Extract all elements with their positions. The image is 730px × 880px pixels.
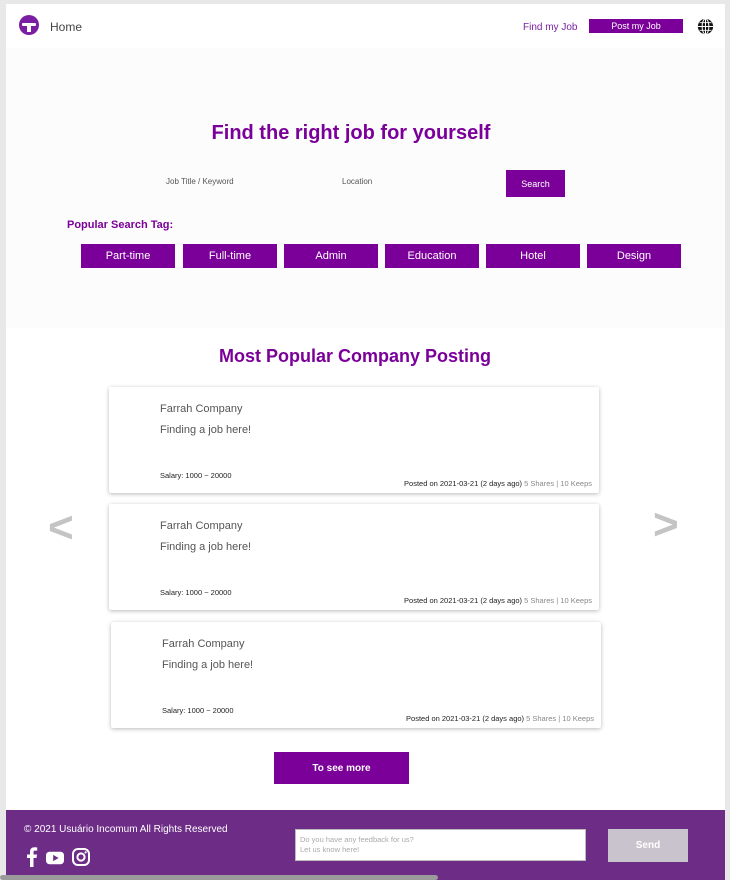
posting-meta: Posted on 2021-03-21 (2 days ago) 5 Shar… [406,714,594,723]
job-posting-card[interactable]: Farrah Company Finding a job here! Salar… [111,622,601,728]
company-name: Farrah Company [162,638,245,650]
job-posting-card[interactable]: Farrah Company Finding a job here! Salar… [109,504,599,610]
keeps-count: 10 Keeps [562,714,594,723]
shares-count: 5 Shares [524,479,555,488]
salary-range: Salary: 1000 ~ 20000 [162,706,234,715]
carousel-prev-arrow[interactable]: < [48,506,74,550]
tag-hotel[interactable]: Hotel [486,244,580,268]
tag-design[interactable]: Design [587,244,681,268]
tag-part-time[interactable]: Part-time [81,244,175,268]
location-input[interactable]: Location [328,169,498,194]
keeps-count: 10 Keeps [560,596,592,605]
hero-title: Find the right job for yourself [211,122,491,144]
salary-range: Salary: 1000 ~ 20000 [160,471,232,480]
meta-separator: | [556,596,559,605]
tag-full-time[interactable]: Full-time [183,244,277,268]
company-name: Farrah Company [160,520,243,532]
carousel-next-arrow[interactable]: > [653,503,679,547]
top-nav: Home Find my Job Post my Job [6,4,725,48]
meta-separator: | [556,479,559,488]
company-name: Farrah Company [160,403,243,415]
instagram-icon[interactable] [71,847,91,867]
hero-section: Find the right job for yourself Job Titl… [6,48,725,328]
posting-tagline: Finding a job here! [160,424,252,436]
horizontal-scrollbar[interactable] [0,875,438,880]
home-link[interactable]: Home [50,20,82,34]
find-my-job-link[interactable]: Find my Job [523,22,577,33]
umbrella-logo-icon[interactable] [19,15,39,35]
shares-count: 5 Shares [526,714,557,723]
footer: © 2021 Usuário Incomum All Rights Reserv… [6,810,725,880]
search-button[interactable]: Search [506,170,565,197]
globe-icon[interactable] [697,18,714,35]
posted-date: Posted on 2021-03-21 (2 days ago) [406,714,525,723]
posting-meta: Posted on 2021-03-21 (2 days ago) 5 Shar… [404,596,592,605]
feedback-placeholder-line1: Do you have any feedback for us? [300,835,414,844]
feedback-placeholder-line2: Let us know here! [300,844,360,854]
posted-date: Posted on 2021-03-21 (2 days ago) [404,596,523,605]
meta-separator: | [558,714,561,723]
see-more-button[interactable]: To see more [274,752,409,784]
job-posting-card[interactable]: Farrah Company Finding a job here! Salar… [109,387,599,493]
shares-count: 5 Shares [524,596,555,605]
tag-admin[interactable]: Admin [284,244,378,268]
copyright-text: © 2021 Usuário Incomum All Rights Reserv… [24,824,228,835]
job-keyword-input[interactable]: Job Title / Keyword [152,169,322,194]
post-my-job-button[interactable]: Post my Job [589,19,683,33]
facebook-icon[interactable] [22,847,42,867]
posting-tagline: Finding a job here! [162,659,254,671]
feedback-textarea[interactable]: Do you have any feedback for us? Let us … [295,829,586,861]
keeps-count: 10 Keeps [560,479,592,488]
popular-tags-label: Popular Search Tag: [67,219,174,231]
youtube-icon[interactable] [46,850,64,866]
posted-date: Posted on 2021-03-21 (2 days ago) [404,479,523,488]
salary-range: Salary: 1000 ~ 20000 [160,588,232,597]
tag-education[interactable]: Education [385,244,479,268]
section-title: Most Popular Company Posting [218,346,491,366]
landing-page: Home Find my Job Post my Job Find the ri… [6,4,725,880]
posting-meta: Posted on 2021-03-21 (2 days ago) 5 Shar… [404,479,592,488]
send-feedback-button[interactable]: Send [608,829,688,862]
posting-tagline: Finding a job here! [160,541,252,553]
